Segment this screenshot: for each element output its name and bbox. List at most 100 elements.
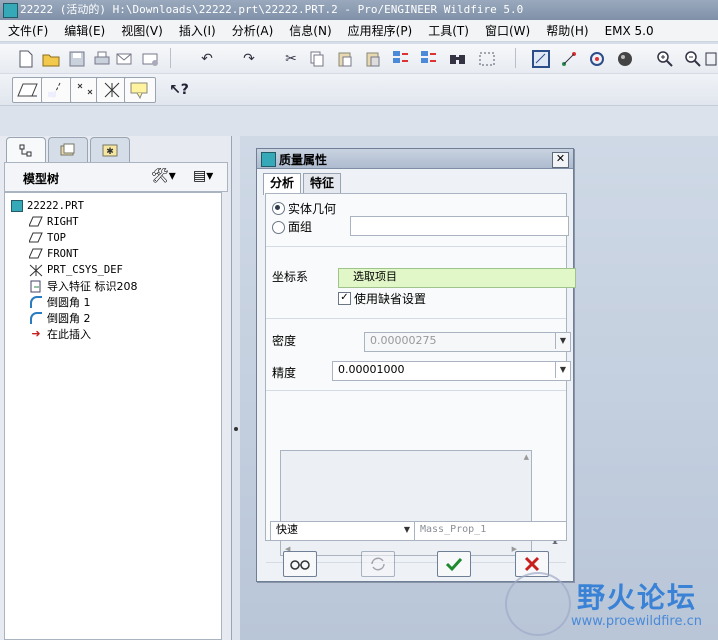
folder-browser-tab[interactable] <box>48 137 88 162</box>
csys-label: 坐标系 <box>272 270 309 284</box>
find-icon[interactable] <box>447 48 469 70</box>
menu-analysis[interactable]: 分析(A) <box>224 22 282 39</box>
panel-splitter[interactable] <box>232 136 240 640</box>
ok-button[interactable] <box>437 551 471 577</box>
svg-text:✱: ✱ <box>106 147 114 157</box>
zoom-out-icon[interactable] <box>682 48 704 70</box>
checkmark-icon <box>445 557 463 572</box>
open-icon[interactable] <box>40 48 62 70</box>
paste-icon[interactable] <box>334 48 356 70</box>
undo-icon[interactable]: ↶ <box>196 48 218 70</box>
solid-geometry-radio[interactable] <box>272 202 285 215</box>
tree-node-part[interactable]: 22222.PRT <box>11 198 84 213</box>
menu-insert[interactable]: 插入(I) <box>171 22 224 39</box>
print-icon[interactable] <box>91 48 113 70</box>
solid-geometry-label: 实体几何 <box>288 202 337 216</box>
repeat-button[interactable] <box>361 551 395 577</box>
spin-center-icon[interactable] <box>558 48 580 70</box>
use-default-label: 使用缺省设置 <box>354 292 427 306</box>
tree-node-round-1[interactable]: 倒圆角 1 <box>29 294 91 309</box>
shading-icon[interactable] <box>614 48 636 70</box>
model-tree-tab[interactable] <box>6 137 46 164</box>
use-default-checkbox[interactable]: ✓ <box>338 292 351 305</box>
window-title-bar: 22222 (活动的) H:\Downloads\22222.prt\22222… <box>0 0 718 20</box>
datum-plane-icon[interactable] <box>12 77 44 103</box>
copy-icon[interactable] <box>306 48 328 70</box>
glasses-icon <box>290 560 310 570</box>
repaint-icon[interactable] <box>530 48 552 70</box>
analysis-name-input[interactable]: Mass_Prop_1 <box>414 521 567 541</box>
watermark-text: 野火论坛 <box>577 581 698 614</box>
save-icon[interactable] <box>66 48 88 70</box>
repeat-icon <box>371 557 385 571</box>
tree-node-right[interactable]: RIGHT <box>28 214 79 229</box>
proe-app-icon <box>3 3 18 18</box>
new-icon[interactable] <box>15 48 37 70</box>
cut-icon[interactable]: ✂ <box>280 48 302 70</box>
model-tree-header: 模型树 🛠▾ ▤▾ <box>4 162 228 192</box>
quilt-collector[interactable] <box>350 216 569 236</box>
tree-settings-icon[interactable]: 🛠▾ <box>151 168 176 184</box>
select-box-icon[interactable] <box>476 48 498 70</box>
round-icon <box>29 311 43 324</box>
tree-node-top[interactable]: TOP <box>28 230 66 245</box>
compute-mode-select[interactable]: 快速 ▼ <box>270 521 415 541</box>
csys-collector[interactable]: 选取项目 <box>338 268 576 288</box>
menu-help[interactable]: 帮助(H) <box>538 22 596 39</box>
density-label: 密度 <box>272 334 297 348</box>
context-help-icon[interactable]: ↖? <box>168 79 190 101</box>
density-input: 0.00000275 ▼ <box>364 332 571 352</box>
paste-special-icon[interactable] <box>362 48 384 70</box>
accuracy-label: 精度 <box>272 366 297 380</box>
orient-icon[interactable] <box>586 48 608 70</box>
datum-axis-icon[interactable] <box>41 77 73 103</box>
navigator-tabs: ✱ <box>6 137 132 164</box>
tab-analysis[interactable]: 分析 <box>263 173 302 195</box>
tree-show-icon[interactable]: ▤▾ <box>193 168 213 184</box>
menu-edit[interactable]: 编辑(E) <box>56 22 113 39</box>
email-link-icon[interactable] <box>140 48 162 70</box>
menu-info[interactable]: 信息(N) <box>281 22 339 39</box>
menu-emx[interactable]: EMX 5.0 <box>597 24 662 38</box>
favorites-tab[interactable]: ✱ <box>90 137 130 162</box>
quilt-radio[interactable] <box>272 221 285 234</box>
quilt-label: 面组 <box>288 220 313 234</box>
redo-icon[interactable]: ↷ <box>238 48 260 70</box>
menu-applications[interactable]: 应用程序(P) <box>340 22 421 39</box>
chevron-down-icon[interactable]: ▼ <box>555 362 570 378</box>
coordinate-system-icon <box>29 264 43 276</box>
menu-window[interactable]: 窗口(W) <box>477 22 538 39</box>
datum-plane-icon <box>28 248 43 260</box>
dialog-app-icon <box>261 152 276 167</box>
datum-plane-icon <box>28 232 43 244</box>
toolbar-gap <box>0 106 718 136</box>
email-icon[interactable] <box>114 48 136 70</box>
menu-file[interactable]: 文件(F) <box>0 22 56 39</box>
tree-node-csys[interactable]: PRT_CSYS_DEF <box>29 262 123 277</box>
menu-view[interactable]: 视图(V) <box>113 22 171 39</box>
annotation-icon[interactable] <box>124 77 156 103</box>
close-icon[interactable]: ✕ <box>552 152 569 168</box>
tree-node-round-2[interactable]: 倒圆角 2 <box>29 310 91 325</box>
datum-toolbar: ↖? <box>0 74 718 106</box>
mass-properties-dialog: 质量属性 ✕ 分析 特征 实体几何 面组 坐标系 选取项目 ✓ 使用缺省设置 密… <box>256 148 576 582</box>
chevron-down-icon[interactable]: ▼ <box>400 522 414 538</box>
import-feature-icon <box>29 280 43 292</box>
dialog-title: 质量属性 <box>279 153 328 167</box>
chevron-down-icon: ▼ <box>555 333 570 349</box>
accuracy-input[interactable]: 0.00001000 ▼ <box>332 361 571 381</box>
refit-icon[interactable] <box>704 48 718 70</box>
density-value: 0.00000275 <box>370 334 437 347</box>
preview-button[interactable] <box>283 551 317 577</box>
scroll-up-icon[interactable]: ▲ <box>524 453 529 461</box>
tree-node-import-feature[interactable]: 导入特征 标识208 <box>29 278 138 293</box>
tree-node-insert-here[interactable]: ➜ 在此插入 <box>29 326 91 341</box>
regen-manager-icon[interactable] <box>418 48 440 70</box>
menu-tools[interactable]: 工具(T) <box>420 22 477 39</box>
zoom-in-icon[interactable] <box>654 48 676 70</box>
model-tree: 22222.PRT RIGHT TOP FRONT PRT_CSYS_DEF 导… <box>4 192 222 640</box>
regenerate-icon[interactable] <box>390 48 412 70</box>
model-tree-title: 模型树 <box>23 172 60 186</box>
tab-feature[interactable]: 特征 <box>303 173 342 194</box>
tree-node-front[interactable]: FRONT <box>28 246 79 261</box>
